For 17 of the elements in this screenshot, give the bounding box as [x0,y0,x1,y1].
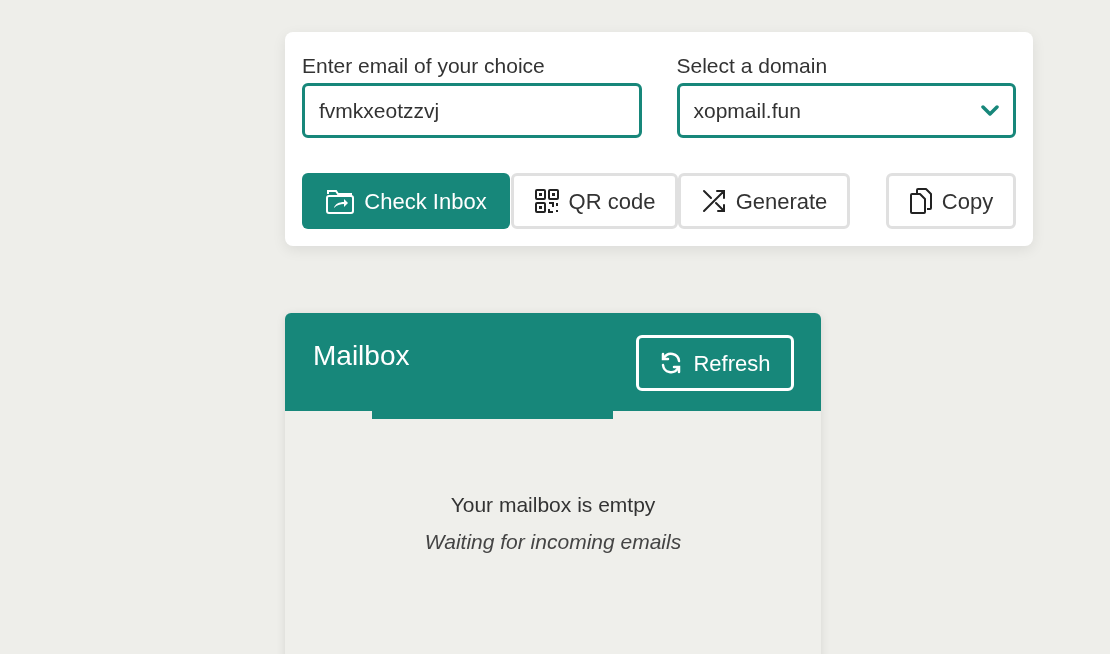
domain-select[interactable]: xopmail.fun [676,83,1016,138]
shuffle-icon [700,188,727,214]
qr-code-icon [533,188,560,214]
folder-icon [325,187,356,215]
check-inbox-button[interactable]: Check Inbox [302,173,510,229]
email-input[interactable]: fvmkxeotzzvj [302,83,642,138]
copy-button[interactable]: Copy [886,173,1016,229]
refresh-button[interactable]: Refresh [636,335,794,391]
domain-label: Select a domain [676,53,829,79]
chevron-down-icon [981,104,999,117]
empty-title: Your mailbox is emtpy [450,492,656,518]
email-label: Enter email of your choice [302,53,546,79]
empty-subtitle: Waiting for incoming emails [424,528,682,555]
mailbox-title: Mailbox [313,339,410,373]
copy-icon [908,187,933,215]
qr-code-button[interactable]: QR code [511,173,678,229]
generate-button[interactable]: Generate [678,173,850,229]
